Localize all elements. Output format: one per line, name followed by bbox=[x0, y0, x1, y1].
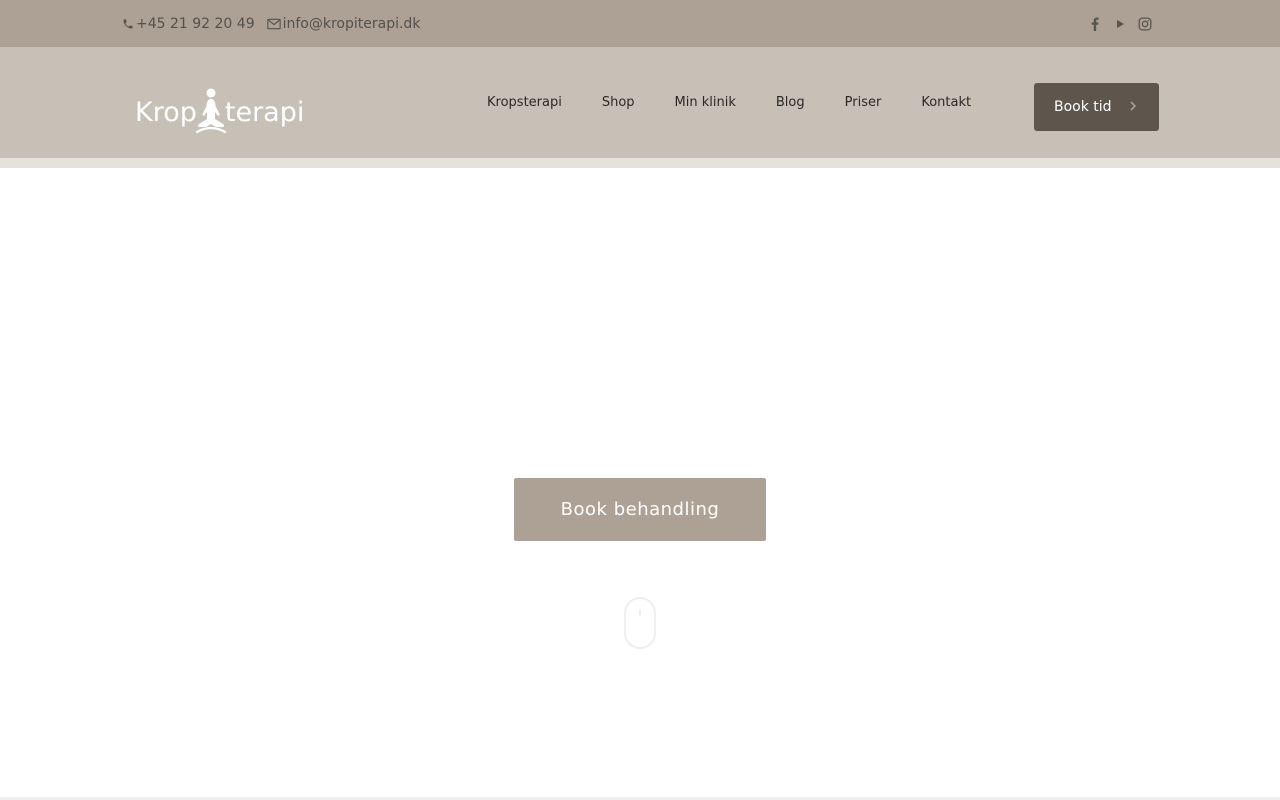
email-address: info@kropiterapi.dk bbox=[282, 15, 421, 32]
book-tid-label: Book tid bbox=[1054, 99, 1112, 115]
phone-icon bbox=[123, 19, 133, 28]
nav-item-min-klinik[interactable]: Min klinik bbox=[675, 95, 736, 110]
meditation-figure-icon bbox=[195, 88, 226, 134]
instagram-icon[interactable] bbox=[1134, 13, 1156, 35]
scroll-down-icon[interactable] bbox=[624, 597, 656, 649]
nav-item-kropsterapi[interactable]: Kropsterapi bbox=[487, 95, 562, 110]
nav-item-kontakt[interactable]: Kontakt bbox=[921, 95, 971, 110]
mail-icon bbox=[266, 18, 281, 29]
topbar: +45 21 92 20 49 info@kropiterapi.dk bbox=[0, 0, 1280, 47]
hero-section: Book behandling bbox=[0, 168, 1280, 798]
email-link[interactable]: info@kropiterapi.dk bbox=[266, 15, 421, 32]
scroll-wheel bbox=[639, 609, 641, 616]
book-behandling-button[interactable]: Book behandling bbox=[514, 478, 766, 541]
site-header: Krop terapi Kropsterapi Shop Min klinik … bbox=[0, 47, 1280, 158]
chevron-right-icon bbox=[1130, 101, 1137, 111]
phone-number: +45 21 92 20 49 bbox=[136, 15, 255, 32]
main-nav: Kropsterapi Shop Min klinik Blog Priser … bbox=[487, 47, 971, 158]
logo-text-left: Krop bbox=[135, 96, 197, 128]
phone-link[interactable]: +45 21 92 20 49 bbox=[122, 16, 255, 32]
nav-item-priser[interactable]: Priser bbox=[845, 95, 882, 110]
facebook-icon[interactable] bbox=[1084, 13, 1106, 35]
youtube-icon[interactable] bbox=[1109, 13, 1131, 35]
book-tid-button[interactable]: Book tid bbox=[1034, 83, 1159, 131]
nav-item-blog[interactable]: Blog bbox=[776, 95, 805, 110]
logo-text-right: terapi bbox=[224, 96, 305, 128]
logo-wordmark: Krop terapi bbox=[135, 87, 304, 137]
social-links bbox=[1081, 0, 1156, 47]
contact-info: +45 21 92 20 49 info@kropiterapi.dk bbox=[122, 0, 432, 47]
nav-item-shop[interactable]: Shop bbox=[602, 95, 635, 110]
site-logo[interactable]: Krop terapi bbox=[135, 86, 304, 138]
header-divider bbox=[0, 158, 1280, 168]
